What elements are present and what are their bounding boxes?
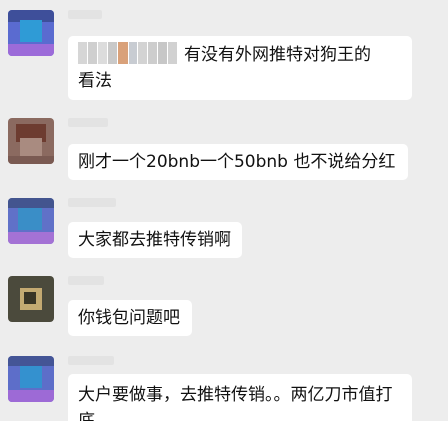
nickname <box>68 356 114 365</box>
nickname <box>68 118 108 127</box>
message-text: 有没有外网推特对狗王的 <box>184 45 371 65</box>
message-text: 刚才一个20bnb一个50bnb 也不说给分红 <box>78 152 396 172</box>
message-bubble[interactable]: 有没有外网推特对狗王的看法 <box>68 36 412 100</box>
message-text-line2: 看法 <box>78 71 112 91</box>
message-bubble[interactable]: 大户要做事，去推特传销。。两亿刀市值打底 <box>68 374 412 421</box>
message-bubble[interactable]: 大家都去推特传销啊 <box>68 222 242 258</box>
message-text-line2: 底 <box>78 411 95 421</box>
avatar[interactable] <box>8 10 54 56</box>
message-bubble[interactable]: 刚才一个20bnb一个50bnb 也不说给分红 <box>68 144 408 180</box>
avatar[interactable] <box>8 118 54 164</box>
nickname <box>68 198 116 207</box>
message-text: 大户要做事，去推特传销。。两亿刀市值打 <box>78 385 393 405</box>
message-text: 你钱包问题吧 <box>78 308 180 328</box>
avatar[interactable] <box>8 198 54 244</box>
masked-mention <box>78 42 178 64</box>
avatar[interactable] <box>8 356 54 402</box>
message-text: 大家都去推特传销啊 <box>78 230 231 250</box>
avatar[interactable] <box>8 276 54 322</box>
nickname <box>68 276 104 285</box>
chat-thread: 有没有外网推特对狗王的看法 刚才一个20bnb一个50bnb 也不说给分红 大家… <box>0 0 448 421</box>
message-bubble[interactable]: 你钱包问题吧 <box>68 300 192 336</box>
nickname <box>68 10 102 19</box>
